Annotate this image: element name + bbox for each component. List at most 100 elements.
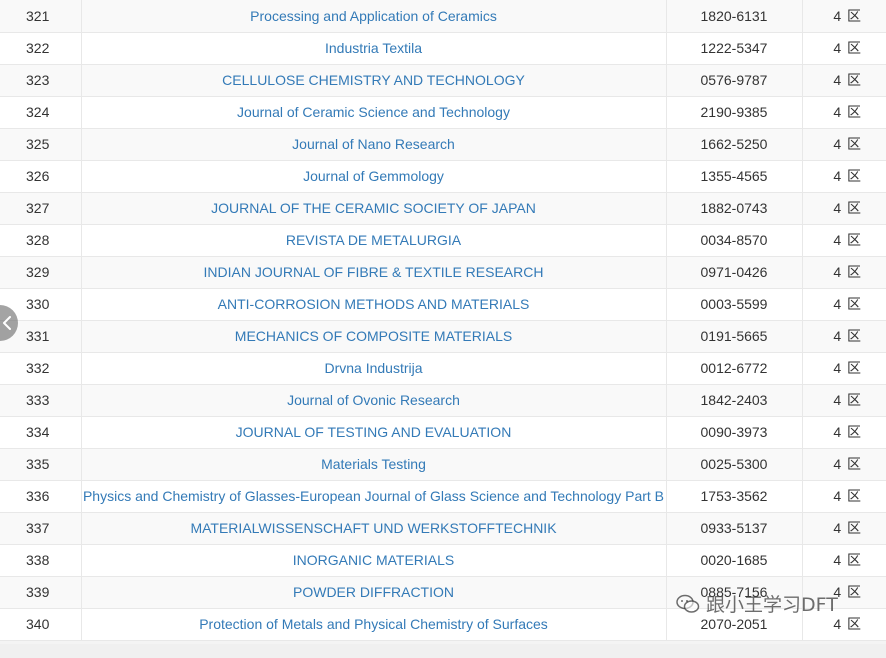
journal-title-link[interactable]: MATERIALWISSENSCHAFT UND WERKSTOFFTECHNI…	[190, 520, 556, 536]
journal-title-cell: POWDER DIFFRACTION	[81, 576, 667, 609]
zone-cell: 4 区	[802, 288, 886, 321]
journal-title-link[interactable]: Journal of Ceramic Science and Technolog…	[237, 104, 510, 120]
issn-cell: 1662-5250	[666, 128, 803, 161]
journal-title-link[interactable]: INDIAN JOURNAL OF FIBRE & TEXTILE RESEAR…	[204, 264, 544, 280]
row-number: 332	[0, 352, 82, 385]
issn-cell: 0576-9787	[666, 64, 803, 97]
issn-cell: 0191-5665	[666, 320, 803, 353]
table-row: 327 JOURNAL OF THE CERAMIC SOCIETY OF JAP…	[0, 192, 886, 225]
zone-cell: 4 区	[802, 256, 886, 289]
row-number: 337	[0, 512, 82, 545]
table-row: 323 CELLULOSE CHEMISTRY AND TECHNOLOGY 057…	[0, 64, 886, 97]
bottom-strip	[0, 644, 886, 658]
zone-cell: 4 区	[802, 416, 886, 449]
zone-cell: 4 区	[802, 576, 886, 609]
journal-title-cell: INDIAN JOURNAL OF FIBRE & TEXTILE RESEAR…	[81, 256, 667, 289]
table-row: 334 JOURNAL OF TESTING AND EVALUATION 0090…	[0, 416, 886, 449]
table-row: 337 MATERIALWISSENSCHAFT UND WERKSTOFFTEC…	[0, 512, 886, 545]
journal-title-cell: MATERIALWISSENSCHAFT UND WERKSTOFFTECHNI…	[81, 512, 667, 545]
zone-cell: 4 区	[802, 320, 886, 353]
row-number: 321	[0, 0, 82, 33]
issn-cell: 1820-6131	[666, 0, 803, 33]
journal-title-cell: ANTI-CORROSION METHODS AND MATERIALS	[81, 288, 667, 321]
zone-label: 4 区	[833, 168, 862, 184]
row-number: 333	[0, 384, 82, 417]
journal-table-body: 321 Processing and Application of Ceramic…	[0, 0, 886, 641]
row-number: 336	[0, 480, 82, 513]
journal-title-cell: INORGANIC MATERIALS	[81, 544, 667, 577]
issn-cell: 2190-9385	[666, 96, 803, 129]
journal-title-link[interactable]: JOURNAL OF TESTING AND EVALUATION	[236, 424, 512, 440]
table-row: 333 Journal of Ovonic Research 1842-2403 4 …	[0, 384, 886, 417]
table-row: 329 INDIAN JOURNAL OF FIBRE & TEXTILE RES…	[0, 256, 886, 289]
journal-title-cell: Physics and Chemistry of Glasses-Europea…	[81, 480, 667, 513]
table-row: 338 INORGANIC MATERIALS 0020-1685 4 区	[0, 544, 886, 577]
issn-cell: 1222-5347	[666, 32, 803, 65]
zone-label: 4 区	[833, 392, 862, 408]
issn-cell: 0025-5300	[666, 448, 803, 481]
zone-label: 4 区	[833, 328, 862, 344]
issn-cell: 0003-5599	[666, 288, 803, 321]
journal-title-cell: Journal of Nano Research	[81, 128, 667, 161]
journal-title-link[interactable]: Protection of Metals and Physical Chemis…	[199, 616, 548, 632]
zone-label: 4 区	[833, 360, 862, 376]
table-row: 322 Industria Textila 1222-5347 4 区	[0, 32, 886, 65]
journal-title-cell: Protection of Metals and Physical Chemis…	[81, 608, 667, 641]
journal-title-link[interactable]: Processing and Application of Ceramics	[250, 8, 497, 24]
journal-title-link[interactable]: REVISTA DE METALURGIA	[286, 232, 461, 248]
table-row: 335 Materials Testing 0025-5300 4 区	[0, 448, 886, 481]
zone-label: 4 区	[833, 520, 862, 536]
journal-title-cell: JOURNAL OF THE CERAMIC SOCIETY OF JAPAN	[81, 192, 667, 225]
zone-label: 4 区	[833, 584, 862, 600]
table-row: 339 POWDER DIFFRACTION 0885-7156 4 区	[0, 576, 886, 609]
zone-cell: 4 区	[802, 512, 886, 545]
journal-title-link[interactable]: Journal of Gemmology	[303, 168, 444, 184]
journal-title-link[interactable]: Physics and Chemistry of Glasses-Europea…	[83, 488, 664, 504]
table-row: 326 Journal of Gemmology 1355-4565 4 区	[0, 160, 886, 193]
zone-label: 4 区	[833, 552, 862, 568]
row-number: 340	[0, 608, 82, 641]
journal-title-cell: Processing and Application of Ceramics	[81, 0, 667, 33]
journal-title-link[interactable]: Drvna Industrija	[324, 360, 422, 376]
journal-title-cell: JOURNAL OF TESTING AND EVALUATION	[81, 416, 667, 449]
row-number: 322	[0, 32, 82, 65]
table-row: 324 Journal of Ceramic Science and Techno…	[0, 96, 886, 129]
zone-cell: 4 区	[802, 128, 886, 161]
zone-cell: 4 区	[802, 224, 886, 257]
row-number: 326	[0, 160, 82, 193]
journal-title-cell: CELLULOSE CHEMISTRY AND TECHNOLOGY	[81, 64, 667, 97]
table-row: 321 Processing and Application of Ceramic…	[0, 0, 886, 33]
journal-title-cell: REVISTA DE METALURGIA	[81, 224, 667, 257]
zone-cell: 4 区	[802, 64, 886, 97]
zone-cell: 4 区	[802, 96, 886, 129]
zone-cell: 4 区	[802, 192, 886, 225]
chevron-left-icon	[3, 316, 11, 330]
zone-cell: 4 区	[802, 608, 886, 641]
zone-cell: 4 区	[802, 32, 886, 65]
journal-title-cell: Drvna Industrija	[81, 352, 667, 385]
issn-cell: 0090-3973	[666, 416, 803, 449]
journal-title-link[interactable]: Journal of Nano Research	[292, 136, 455, 152]
zone-cell: 4 区	[802, 384, 886, 417]
row-number: 325	[0, 128, 82, 161]
journal-table: 321 Processing and Application of Ceramic…	[0, 0, 886, 641]
table-row: 332 Drvna Industrija 0012-6772 4 区	[0, 352, 886, 385]
issn-cell: 1753-3562	[666, 480, 803, 513]
issn-cell: 0933-5137	[666, 512, 803, 545]
journal-title-link[interactable]: POWDER DIFFRACTION	[293, 584, 454, 600]
table-row: 340 Protection of Metals and Physical Che…	[0, 608, 886, 641]
journal-title-link[interactable]: Journal of Ovonic Research	[287, 392, 460, 408]
journal-title-link[interactable]: Materials Testing	[321, 456, 426, 472]
journal-title-link[interactable]: CELLULOSE CHEMISTRY AND TECHNOLOGY	[222, 72, 525, 88]
journal-title-link[interactable]: MECHANICS OF COMPOSITE MATERIALS	[235, 328, 512, 344]
zone-label: 4 区	[833, 424, 862, 440]
issn-cell: 0885-7156	[666, 576, 803, 609]
zone-label: 4 区	[833, 136, 862, 152]
journal-title-link[interactable]: INORGANIC MATERIALS	[293, 552, 455, 568]
journal-title-link[interactable]: Industria Textila	[325, 40, 422, 56]
journal-title-cell: Industria Textila	[81, 32, 667, 65]
zone-label: 4 区	[833, 72, 862, 88]
row-number: 339	[0, 576, 82, 609]
journal-title-link[interactable]: ANTI-CORROSION METHODS AND MATERIALS	[218, 296, 530, 312]
journal-title-link[interactable]: JOURNAL OF THE CERAMIC SOCIETY OF JAPAN	[211, 200, 536, 216]
